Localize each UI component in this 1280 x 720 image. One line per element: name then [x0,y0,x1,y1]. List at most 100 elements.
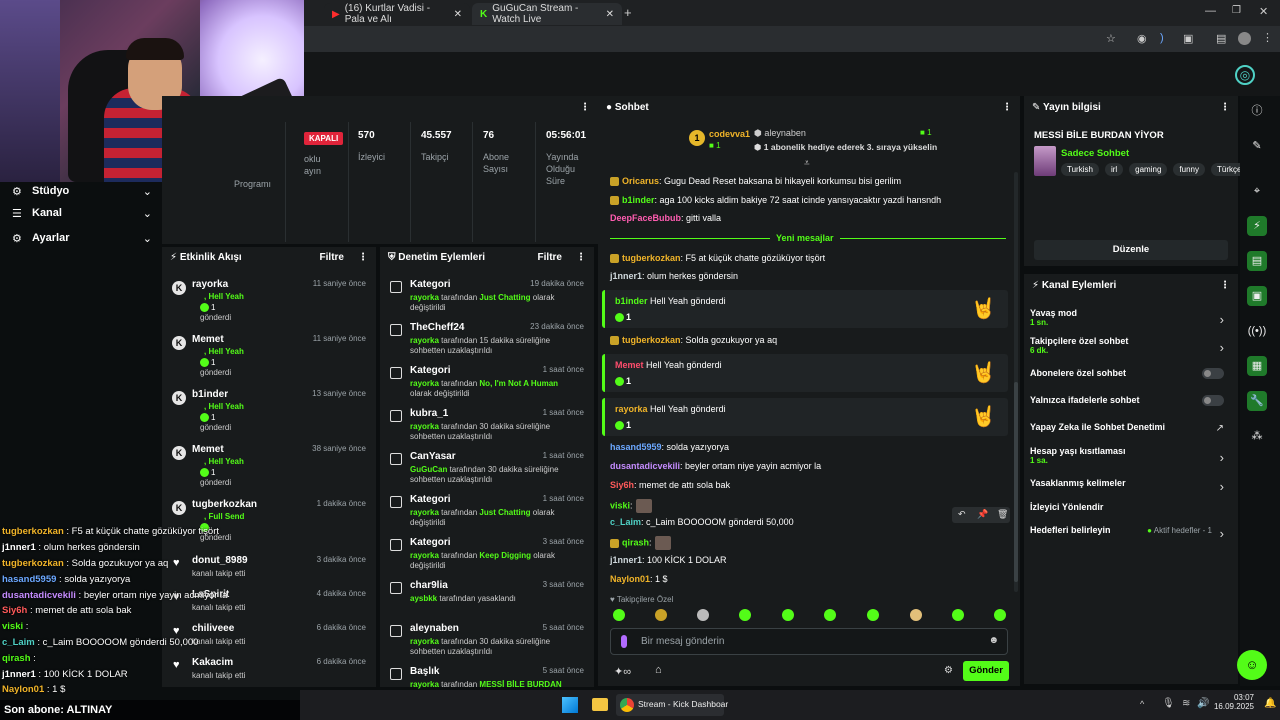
emote-icon[interactable] [824,609,836,621]
audio-icon[interactable]: ) [1160,32,1164,44]
chat-message[interactable]: dusantadicvekili: beyler ortam niye yayi… [610,461,821,471]
chat-username[interactable]: j1nner1 [610,271,642,281]
chat-username[interactable]: Naylon01 [610,574,650,584]
chat-settings-icon[interactable]: ⚙ [944,665,953,676]
emote-icon[interactable] [739,609,751,621]
gift-user[interactable]: Memet [615,360,644,370]
category-name[interactable]: Sadece Sohbet [1061,148,1129,159]
mic-tray-icon[interactable]: 🎙 [1162,698,1175,709]
kick-logo-icon[interactable]: ◎ [1235,65,1255,85]
chat-message[interactable]: DeepFaceBubub: gitti valla [610,213,721,223]
chat-message[interactable]: c_Laim: c_Laim BOOOOOM gönderdi 50,000 [610,517,794,527]
extension-icon[interactable]: ◉ [1137,32,1147,45]
chat-message[interactable]: j1nner1: olum herkes göndersin [610,271,738,281]
chat-username[interactable]: c_Laim [610,517,641,527]
close-window-icon[interactable]: ✕ [1259,5,1268,18]
gift-message[interactable]: b1inder Hell Yeah gönderdi 1 🤘 [602,290,1008,328]
chat-message[interactable]: j1nner1: 100 KİCK 1 DOLAR [610,555,727,565]
chat-message[interactable]: qirash: [610,536,671,550]
crosshair-icon[interactable]: ⌖ [1247,181,1267,201]
channel-action-item[interactable]: Hedefleri belirleyin › ● Aktif hedefler - … [1030,525,1230,547]
chat-username[interactable]: viski [610,500,630,510]
tag[interactable]: Turkish [1061,163,1099,176]
menu-icon[interactable]: ⋮ [1262,31,1273,44]
gift-user[interactable]: rayorka [615,404,648,414]
toggle-switch[interactable] [1202,368,1224,379]
event-user[interactable]: donut_8989 [192,555,248,566]
info-icon[interactable]: ⓘ [1247,101,1267,121]
table-icon[interactable]: ▦ [1247,356,1267,376]
more-icon[interactable]: ⋮ [1220,102,1230,113]
mod-target[interactable]: Başlık [410,666,439,677]
file-explorer-icon[interactable] [592,698,608,711]
event-user[interactable]: rayorka [192,279,228,290]
channel-action-item[interactable]: Abonelere özel sohbet [1030,368,1230,390]
mod-user[interactable]: rayorka [410,680,439,689]
close-icon[interactable]: ✕ [606,9,614,20]
taskbar-app-chrome[interactable]: Stream - Kick Dashboar [616,694,728,716]
pencil-icon[interactable]: ✎ [1247,136,1267,156]
emote-icon[interactable] [867,609,879,621]
chat-username[interactable]: Siy6h [610,480,634,490]
nav-item-channel[interactable]: ☰ Kanal ⌄ [12,204,152,222]
puzzle-icon[interactable]: ▣ [1183,32,1193,45]
tag[interactable]: funny [1173,163,1205,176]
delete-icon[interactable]: 🗑 [997,509,1008,520]
filter-button[interactable]: Filtre [320,252,344,263]
chat-message[interactable]: hasand5959: solda yazıyorya [610,442,729,452]
list-icon[interactable]: ▤ [1247,251,1267,271]
mod-target[interactable]: Kategori [410,537,451,548]
chat-username[interactable]: dusantadicvekili [610,461,680,471]
clock[interactable]: 03:07 16.09.2025 [1214,693,1254,711]
nav-item-settings[interactable]: ⚙ Ayarlar ⌄ [12,229,152,247]
windows-start-icon[interactable] [562,697,578,713]
minimize-icon[interactable]: — [1205,5,1216,17]
chat-message[interactable]: viski: [610,499,652,513]
tag[interactable]: gaming [1129,163,1168,176]
gifter-2[interactable]: ⬢ aleynaben [754,128,806,139]
pin-icon[interactable]: 📌 [977,509,988,520]
expand-icon[interactable]: ⩡ [804,158,810,169]
star-icon[interactable]: ☆ [1106,32,1116,45]
top-gifter-name[interactable]: codevva1 [709,129,750,139]
event-user[interactable]: b1inder [192,389,228,400]
toggle-switch[interactable] [1202,395,1224,406]
tab-gugucan[interactable]: K GuGuCan Stream - Watch Live ✕ [472,3,622,25]
mod-target[interactable]: TheCheff24 [410,322,464,333]
apps-icon[interactable]: ⁂ [1247,426,1267,446]
chat-username[interactable]: qirash [622,537,649,547]
more-icon[interactable]: ⋮ [576,252,586,263]
bolt-icon[interactable]: ⚡ [1247,216,1267,236]
gift-icon[interactable]: ✦∞ [614,665,631,678]
emote-icon[interactable] [910,609,922,621]
emote-icon[interactable] [697,609,709,621]
mod-user[interactable]: rayorka [410,379,439,388]
emote-icon[interactable] [952,609,964,621]
wifi-icon[interactable]: ≋ [1182,698,1190,709]
mod-user[interactable]: rayorka [410,551,439,560]
channel-action-item[interactable]: Yapay Zeka ile Sohbet Denetimi ↗ [1030,422,1230,444]
tab-kurtlar-vadisi[interactable]: ▶ (16) Kurtlar Vadisi - Pala ve Alı ✕ [324,3,470,25]
mod-target[interactable]: char9lia [410,580,448,591]
more-icon[interactable]: ⋮ [580,102,590,113]
mod-user[interactable]: rayorka [410,508,439,517]
edit-button[interactable]: Düzenle [1034,240,1228,260]
emoji-icon[interactable]: ☻ [988,635,999,646]
channel-action-item[interactable]: Yavaş mod 1 sn. › [1030,308,1230,330]
send-button[interactable]: Gönder [963,661,1009,681]
chat-message[interactable]: b1inder: aga 100 kicks aldim bakiye 72 s… [610,195,941,206]
event-user[interactable]: Kakacim [192,657,233,668]
nav-item-studio[interactable]: ⚙ Stüdyo ⌄ [12,182,152,200]
gift-message[interactable]: Memet Hell Yeah gönderdi 1 🤘 [602,354,1008,392]
chat-icon[interactable]: ▣ [1247,286,1267,306]
store-icon[interactable]: ⌂ [655,664,662,676]
mod-user[interactable]: rayorka [410,422,439,431]
gift-user[interactable]: b1inder [615,296,648,306]
channel-action-item[interactable]: Yalnızca ifadelerle sohbet [1030,395,1230,417]
chat-message[interactable]: tugberkozkan: Solda gozukuyor ya aq [610,335,777,346]
channel-action-item[interactable]: Hesap yaşı kısıtlaması 1 sa. › [1030,446,1230,468]
chat-input[interactable]: Bir mesaj gönderin ☻ [610,628,1008,655]
chat-username[interactable]: tugberkozkan [622,253,681,263]
sidebar-icon[interactable]: ▤ [1216,32,1226,45]
mod-user[interactable]: rayorka [410,336,439,345]
